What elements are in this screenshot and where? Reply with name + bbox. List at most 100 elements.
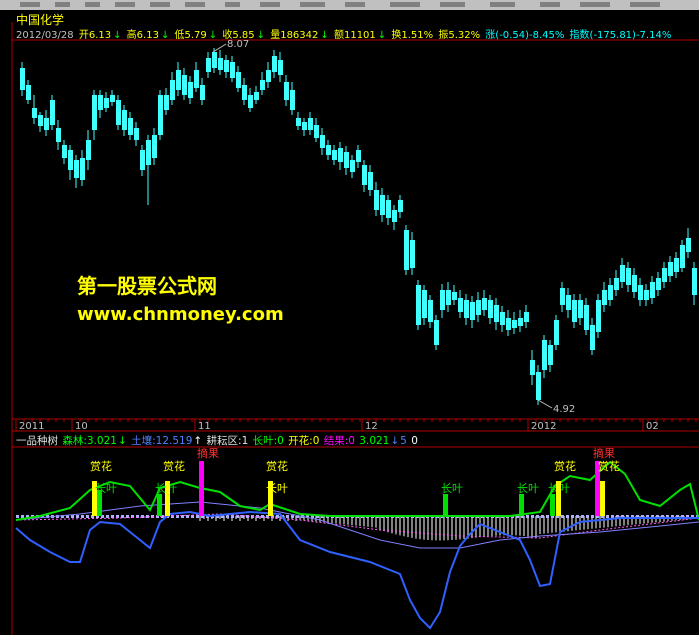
candlestick	[380, 188, 385, 222]
candle-body	[296, 118, 301, 126]
baseline-dot	[606, 515, 609, 518]
candle-body	[86, 140, 91, 160]
indicator-name: 一品种树	[16, 435, 58, 447]
candle-body	[350, 160, 355, 172]
candle-body	[98, 95, 103, 110]
candle-body	[620, 265, 625, 282]
candle-body	[506, 318, 511, 330]
candle-body	[140, 150, 145, 170]
signal-label: 长叶	[441, 482, 463, 495]
baseline-dot	[541, 515, 544, 518]
candlestick	[266, 62, 271, 88]
signal-label: 长叶	[95, 482, 117, 495]
candlestick	[236, 66, 241, 92]
candle-body	[392, 210, 397, 222]
candlestick	[26, 80, 31, 104]
indicator-val2: 5	[400, 435, 407, 447]
candlestick	[20, 62, 25, 96]
baseline-dot	[581, 515, 584, 518]
signal-label: 赏花	[90, 460, 112, 473]
candle-body	[650, 282, 655, 298]
candlestick	[218, 50, 223, 75]
candlestick	[374, 182, 379, 216]
candle-body	[308, 118, 313, 130]
down-arrow: ↓	[117, 435, 127, 447]
candlestick	[290, 82, 295, 115]
baseline-dot	[291, 515, 294, 518]
watermark-url: www.chnmoney.com	[77, 304, 284, 325]
candle-body	[584, 305, 589, 330]
signal-bar	[556, 481, 561, 516]
candlestick	[74, 155, 79, 188]
candle-body	[92, 95, 97, 130]
candlestick	[350, 155, 355, 178]
candlestick	[44, 110, 49, 136]
candle-body	[416, 285, 421, 325]
candle-body	[242, 85, 247, 100]
candle-body	[326, 145, 331, 155]
candle-body	[278, 60, 283, 75]
candle-body	[44, 118, 49, 130]
candle-body	[230, 62, 235, 78]
candlestick	[578, 294, 583, 325]
candlestick	[470, 296, 475, 328]
candle-body	[146, 140, 151, 165]
candle-body	[68, 150, 73, 170]
signal-bar	[199, 461, 204, 516]
candlestick	[122, 105, 127, 136]
indicator-header: 一品种树 森林:3.021↓ 土壤:12.519↑ 耕耘区:1 长叶:0 开花:…	[16, 433, 419, 448]
candle-body	[488, 300, 493, 318]
candle-body	[236, 72, 241, 88]
candlestick	[152, 128, 157, 165]
baseline-dot	[611, 515, 614, 518]
candle-body	[434, 320, 439, 345]
indicator-tuxiang: 土壤:12.519	[131, 435, 193, 447]
indicator-val1: 3.021	[359, 435, 390, 447]
candlestick	[482, 290, 487, 316]
candlestick	[638, 278, 643, 306]
candlestick	[38, 112, 43, 132]
candle-body	[62, 145, 67, 158]
candlestick	[620, 258, 625, 288]
baseline-dot	[111, 515, 114, 518]
signal-bar	[519, 494, 524, 516]
candle-body	[686, 238, 691, 252]
candlestick	[650, 276, 655, 304]
candle-body	[50, 100, 55, 125]
baseline-dot	[536, 515, 539, 518]
candlestick	[572, 294, 577, 328]
indicator-kaihua: 开花:0	[288, 435, 320, 447]
baseline-dot	[546, 515, 549, 518]
time-axis-label: 12	[365, 421, 378, 432]
candlestick	[662, 262, 667, 288]
signal-bar	[443, 494, 448, 516]
indicator-zhangye: 长叶:0	[252, 435, 284, 447]
candle-body	[302, 122, 307, 130]
candle-body	[266, 70, 271, 82]
candle-body	[602, 290, 607, 305]
candle-body	[182, 75, 187, 95]
candlestick	[146, 135, 151, 205]
candle-body	[554, 320, 559, 345]
candlestick	[404, 225, 409, 275]
high-price-label: 8.07	[227, 39, 249, 50]
baseline-dot	[571, 515, 574, 518]
candlestick	[524, 305, 529, 328]
signal-label: 摘果	[197, 446, 219, 460]
baseline-dot	[566, 515, 569, 518]
candle-body	[494, 305, 499, 322]
candlestick	[128, 112, 133, 140]
time-axis-label: 2011	[19, 421, 44, 432]
baseline-dot	[86, 515, 89, 518]
candlestick	[182, 68, 187, 100]
candlestick	[488, 295, 493, 324]
candle-body	[122, 110, 127, 130]
watermark-title: 第一股票公式网	[77, 274, 217, 298]
candlestick	[158, 90, 163, 140]
baseline-dot	[276, 515, 279, 518]
signal-label: 长叶	[266, 482, 288, 495]
candlestick	[134, 122, 139, 146]
candle-body	[482, 298, 487, 310]
candle-body	[386, 200, 391, 218]
candle-body	[284, 82, 289, 100]
